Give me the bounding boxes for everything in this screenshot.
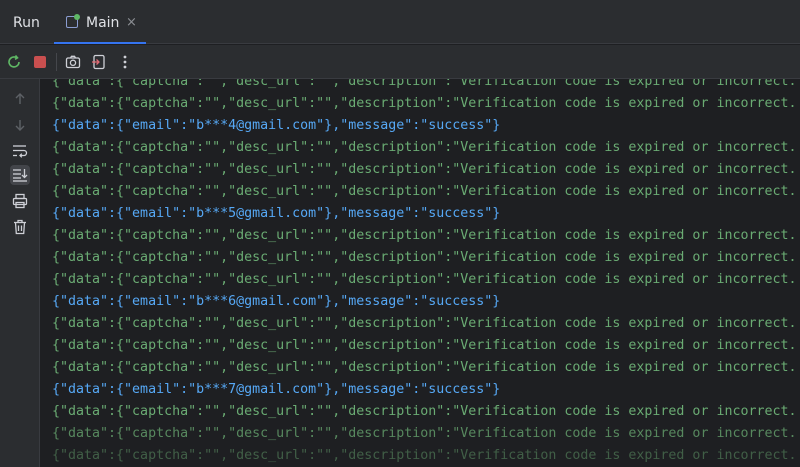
console-line-success: {"data":{"email":"b***4@gmail.com"},"mes… xyxy=(52,118,501,133)
console-line-success: {"data":{"email":"b***6@gmail.com"},"mes… xyxy=(52,294,501,309)
console-line-error: {"data":{"captcha":"","desc_url":"","des… xyxy=(52,79,797,89)
trash-icon[interactable] xyxy=(10,217,30,237)
arrow-up-icon[interactable] xyxy=(10,89,30,109)
scroll-to-end-icon[interactable] xyxy=(10,165,30,185)
console-line-error: {"data":{"captcha":"","desc_url":"","des… xyxy=(52,184,797,199)
console-lines: {"data":{"captcha":"","desc_url":"","des… xyxy=(52,79,797,467)
run-toolbar xyxy=(0,45,800,79)
more-icon[interactable] xyxy=(116,53,134,71)
print-icon[interactable] xyxy=(10,191,30,211)
console-line-error: {"data":{"captcha":"","desc_url":"","des… xyxy=(52,96,797,111)
console-line-error: {"data":{"captcha":"","desc_url":"","des… xyxy=(52,272,797,287)
console-line-error: {"data":{"captcha":"","desc_url":"","des… xyxy=(52,162,797,177)
exit-icon[interactable] xyxy=(90,53,108,71)
soft-wrap-icon[interactable] xyxy=(10,141,30,161)
console-line-error: {"data":{"captcha":"","desc_url":"","des… xyxy=(52,250,797,265)
rerun-icon[interactable] xyxy=(5,53,23,71)
console-line-error: {"data":{"captcha":"","desc_url":"","des… xyxy=(52,448,797,463)
stop-icon[interactable] xyxy=(31,53,49,71)
console-line-error: {"data":{"captcha":"","desc_url":"","des… xyxy=(52,140,797,155)
tab-main[interactable]: Main × xyxy=(54,0,146,44)
console-line-error: {"data":{"captcha":"","desc_url":"","des… xyxy=(52,360,797,375)
close-icon[interactable]: × xyxy=(126,15,137,30)
arrow-down-icon[interactable] xyxy=(10,115,30,135)
tab-bar: Run Main × xyxy=(0,0,800,44)
console-line-error: {"data":{"captcha":"","desc_url":"","des… xyxy=(52,316,797,331)
console-line-error: {"data":{"captcha":"","desc_url":"","des… xyxy=(52,228,797,243)
console-line-error: {"data":{"captcha":"","desc_url":"","des… xyxy=(52,426,797,441)
console-line-success: {"data":{"email":"b***5@gmail.com"},"mes… xyxy=(52,206,501,221)
running-indicator-icon xyxy=(74,14,80,20)
camera-icon[interactable] xyxy=(64,53,82,71)
toolbar-divider xyxy=(56,53,57,71)
console-sidebar xyxy=(0,79,40,467)
console-line-success: {"data":{"email":"b***7@gmail.com"},"mes… xyxy=(52,382,501,397)
run-tool-window-title: Run xyxy=(13,15,40,31)
tab-label: Main xyxy=(86,15,120,31)
console-line-error: {"data":{"captcha":"","desc_url":"","des… xyxy=(52,338,797,353)
console-output[interactable]: {"data":{"captcha":"","desc_url":"","des… xyxy=(40,79,800,467)
console-line-error: {"data":{"captcha":"","desc_url":"","des… xyxy=(52,404,797,419)
